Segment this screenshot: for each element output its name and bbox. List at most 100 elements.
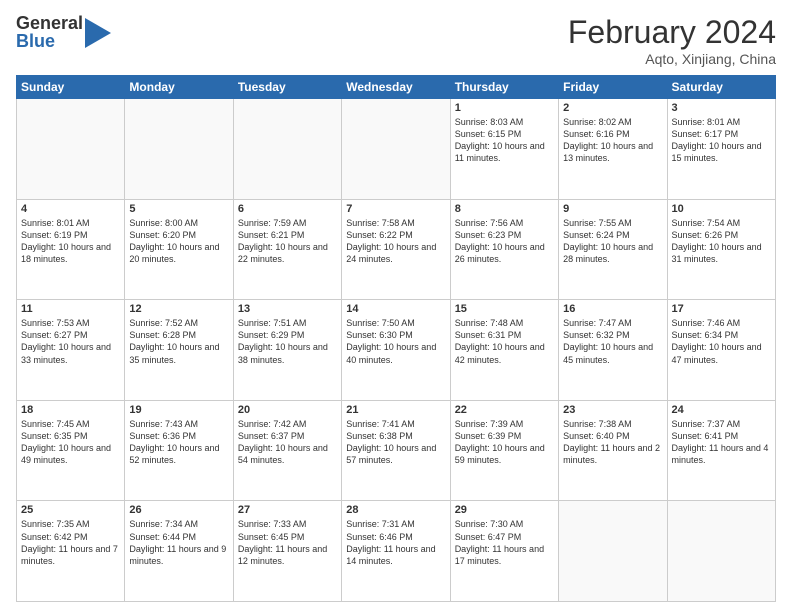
calendar-cell — [17, 99, 125, 200]
day-info: Sunrise: 7:31 AM Sunset: 6:46 PM Dayligh… — [346, 518, 445, 567]
calendar-cell: 14 Sunrise: 7:50 AM Sunset: 6:30 PM Dayli… — [342, 300, 450, 401]
logo-triangle-icon — [85, 18, 111, 48]
day-info: Sunrise: 7:47 AM Sunset: 6:32 PM Dayligh… — [563, 317, 662, 366]
title-block: February 2024 Aqto, Xinjiang, China — [568, 14, 776, 67]
calendar-header-friday: Friday — [559, 76, 667, 99]
day-info: Sunrise: 7:45 AM Sunset: 6:35 PM Dayligh… — [21, 418, 120, 467]
calendar-cell: 19 Sunrise: 7:43 AM Sunset: 6:36 PM Dayli… — [125, 400, 233, 501]
day-number: 8 — [455, 203, 554, 215]
calendar-cell: 1 Sunrise: 8:03 AM Sunset: 6:15 PM Daylig… — [450, 99, 558, 200]
day-info: Sunrise: 7:55 AM Sunset: 6:24 PM Dayligh… — [563, 217, 662, 266]
day-info: Sunrise: 7:52 AM Sunset: 6:28 PM Dayligh… — [129, 317, 228, 366]
calendar-cell — [342, 99, 450, 200]
day-info: Sunrise: 7:35 AM Sunset: 6:42 PM Dayligh… — [21, 518, 120, 567]
day-number: 28 — [346, 504, 445, 516]
calendar-cell: 18 Sunrise: 7:45 AM Sunset: 6:35 PM Dayli… — [17, 400, 125, 501]
calendar-cell: 12Sunrise: 7:52 AM Sunset: 6:28 PM Dayli… — [125, 300, 233, 401]
calendar-week-row: 1 Sunrise: 8:03 AM Sunset: 6:15 PM Daylig… — [17, 99, 776, 200]
calendar-cell: 9 Sunrise: 7:55 AM Sunset: 6:24 PM Daylig… — [559, 199, 667, 300]
calendar-cell — [559, 501, 667, 602]
day-info: Sunrise: 7:58 AM Sunset: 6:22 PM Dayligh… — [346, 217, 445, 266]
day-info: Sunrise: 8:03 AM Sunset: 6:15 PM Dayligh… — [455, 116, 554, 165]
day-number: 20 — [238, 404, 337, 416]
calendar-cell: 25 Sunrise: 7:35 AM Sunset: 6:42 PM Dayli… — [17, 501, 125, 602]
day-number: 11 — [21, 303, 120, 315]
day-number: 25 — [21, 504, 120, 516]
day-number: 3 — [672, 102, 771, 114]
calendar-cell: 16 Sunrise: 7:47 AM Sunset: 6:32 PM Dayli… — [559, 300, 667, 401]
calendar-cell: 17 Sunrise: 7:46 AM Sunset: 6:34 PM Dayli… — [667, 300, 775, 401]
day-number: 10 — [672, 203, 771, 215]
day-info: Sunrise: 7:37 AM Sunset: 6:41 PM Dayligh… — [672, 418, 771, 467]
calendar-cell: 5 Sunrise: 8:00 AM Sunset: 6:20 PM Daylig… — [125, 199, 233, 300]
day-number: 6 — [238, 203, 337, 215]
day-info: Sunrise: 7:43 AM Sunset: 6:36 PM Dayligh… — [129, 418, 228, 467]
day-info: Sunrise: 7:38 AM Sunset: 6:40 PM Dayligh… — [563, 418, 662, 467]
header: General Blue February 2024 Aqto, Xinjian… — [16, 14, 776, 67]
day-number: 4 — [21, 203, 120, 215]
day-info: Sunrise: 7:46 AM Sunset: 6:34 PM Dayligh… — [672, 317, 771, 366]
calendar-cell: 6Sunrise: 7:59 AM Sunset: 6:21 PM Daylig… — [233, 199, 341, 300]
day-number: 17 — [672, 303, 771, 315]
calendar-header-saturday: Saturday — [667, 76, 775, 99]
calendar-header-tuesday: Tuesday — [233, 76, 341, 99]
day-info: Sunrise: 7:50 AM Sunset: 6:30 PM Dayligh… — [346, 317, 445, 366]
logo-blue: Blue — [16, 32, 83, 50]
calendar-header-wednesday: Wednesday — [342, 76, 450, 99]
calendar-cell: 15Sunrise: 7:48 AM Sunset: 6:31 PM Dayli… — [450, 300, 558, 401]
day-number: 13 — [238, 303, 337, 315]
calendar-cell: 13Sunrise: 7:51 AM Sunset: 6:29 PM Dayli… — [233, 300, 341, 401]
location: Aqto, Xinjiang, China — [568, 51, 776, 67]
day-number: 29 — [455, 504, 554, 516]
day-number: 9 — [563, 203, 662, 215]
logo: General Blue — [16, 14, 111, 50]
calendar-cell: 10 Sunrise: 7:54 AM Sunset: 6:26 PM Dayli… — [667, 199, 775, 300]
day-info: Sunrise: 8:02 AM Sunset: 6:16 PM Dayligh… — [563, 116, 662, 165]
day-number: 16 — [563, 303, 662, 315]
day-info: Sunrise: 7:42 AM Sunset: 6:37 PM Dayligh… — [238, 418, 337, 467]
day-info: Sunrise: 7:39 AM Sunset: 6:39 PM Dayligh… — [455, 418, 554, 467]
calendar-cell: 22Sunrise: 7:39 AM Sunset: 6:39 PM Dayli… — [450, 400, 558, 501]
calendar-week-row: 18 Sunrise: 7:45 AM Sunset: 6:35 PM Dayli… — [17, 400, 776, 501]
calendar-week-row: 11 Sunrise: 7:53 AM Sunset: 6:27 PM Dayli… — [17, 300, 776, 401]
day-number: 7 — [346, 203, 445, 215]
calendar-cell: 11 Sunrise: 7:53 AM Sunset: 6:27 PM Dayli… — [17, 300, 125, 401]
calendar-cell: 20 Sunrise: 7:42 AM Sunset: 6:37 PM Dayli… — [233, 400, 341, 501]
calendar-header-thursday: Thursday — [450, 76, 558, 99]
day-number: 19 — [129, 404, 228, 416]
logo-general: General — [16, 14, 83, 32]
calendar-cell: 24Sunrise: 7:37 AM Sunset: 6:41 PM Dayli… — [667, 400, 775, 501]
calendar-cell: 29Sunrise: 7:30 AM Sunset: 6:47 PM Dayli… — [450, 501, 558, 602]
day-number: 18 — [21, 404, 120, 416]
day-info: Sunrise: 7:34 AM Sunset: 6:44 PM Dayligh… — [129, 518, 228, 567]
day-info: Sunrise: 8:01 AM Sunset: 6:19 PM Dayligh… — [21, 217, 120, 266]
day-number: 1 — [455, 102, 554, 114]
calendar-week-row: 25 Sunrise: 7:35 AM Sunset: 6:42 PM Dayli… — [17, 501, 776, 602]
calendar-header-sunday: Sunday — [17, 76, 125, 99]
calendar-cell: 23 Sunrise: 7:38 AM Sunset: 6:40 PM Dayli… — [559, 400, 667, 501]
calendar-cell: 26 Sunrise: 7:34 AM Sunset: 6:44 PM Dayli… — [125, 501, 233, 602]
calendar-cell: 2 Sunrise: 8:02 AM Sunset: 6:16 PM Daylig… — [559, 99, 667, 200]
day-info: Sunrise: 7:33 AM Sunset: 6:45 PM Dayligh… — [238, 518, 337, 567]
calendar-table: SundayMondayTuesdayWednesdayThursdayFrid… — [16, 75, 776, 602]
calendar-cell: 7 Sunrise: 7:58 AM Sunset: 6:22 PM Daylig… — [342, 199, 450, 300]
day-info: Sunrise: 7:53 AM Sunset: 6:27 PM Dayligh… — [21, 317, 120, 366]
day-info: Sunrise: 8:01 AM Sunset: 6:17 PM Dayligh… — [672, 116, 771, 165]
calendar-cell: 21Sunrise: 7:41 AM Sunset: 6:38 PM Dayli… — [342, 400, 450, 501]
calendar-header-monday: Monday — [125, 76, 233, 99]
day-info: Sunrise: 7:48 AM Sunset: 6:31 PM Dayligh… — [455, 317, 554, 366]
day-info: Sunrise: 7:56 AM Sunset: 6:23 PM Dayligh… — [455, 217, 554, 266]
day-number: 2 — [563, 102, 662, 114]
day-number: 5 — [129, 203, 228, 215]
calendar-cell: 3 Sunrise: 8:01 AM Sunset: 6:17 PM Daylig… — [667, 99, 775, 200]
day-info: Sunrise: 7:54 AM Sunset: 6:26 PM Dayligh… — [672, 217, 771, 266]
day-number: 21 — [346, 404, 445, 416]
day-number: 23 — [563, 404, 662, 416]
day-number: 14 — [346, 303, 445, 315]
calendar-week-row: 4 Sunrise: 8:01 AM Sunset: 6:19 PM Daylig… — [17, 199, 776, 300]
calendar-cell — [125, 99, 233, 200]
day-info: Sunrise: 8:00 AM Sunset: 6:20 PM Dayligh… — [129, 217, 228, 266]
page: General Blue February 2024 Aqto, Xinjian… — [0, 0, 792, 612]
day-number: 26 — [129, 504, 228, 516]
day-number: 27 — [238, 504, 337, 516]
